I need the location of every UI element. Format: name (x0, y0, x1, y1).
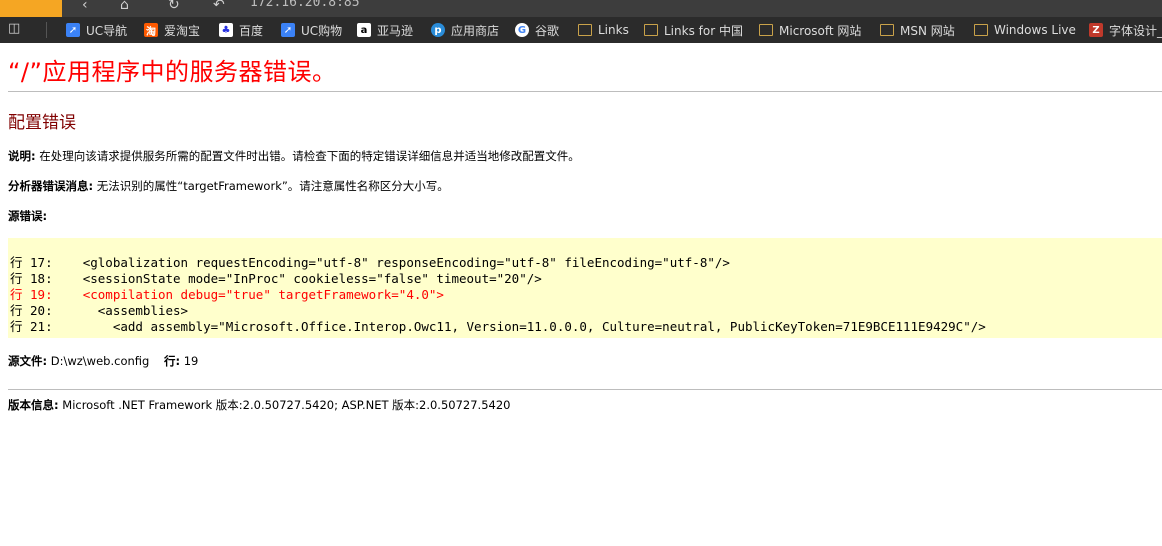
parser-error-text: 无法识别的属性“targetFramework”。请注意属性名称区分大小写。 (96, 179, 449, 193)
browser-title-bar: ‹ ⌂ ↻ ↶ 172.16.20.8:85 (0, 0, 1162, 17)
back-icon[interactable]: ‹ (82, 0, 88, 14)
folder-icon (759, 24, 773, 36)
amazon-icon: a (357, 23, 371, 37)
source-code-block: 行 17: <globalization requestEncoding="ut… (8, 238, 1162, 338)
version-text: Microsoft .NET Framework 版本:2.0.50727.54… (62, 398, 511, 412)
parser-error-label: 分析器错误消息: (8, 179, 94, 193)
bookmark-ai-taobao[interactable]: 淘爱淘宝 (144, 17, 200, 43)
bookmark-uc-shopping[interactable]: ➚ UC购物 (281, 17, 342, 43)
folder-icon (974, 24, 988, 36)
code-line-20: 行 20: <assemblies> (10, 303, 189, 318)
bookmarks-bar: ◫ ➚ UC导航 淘爱淘宝 ♣ 百度 ➚ UC购物 a 亚马逊 p 应用商店 G 谷歌 Li… (0, 17, 1162, 43)
history-icon[interactable]: ↶ (213, 0, 225, 14)
uc-logo (0, 0, 62, 17)
page-title: “/”应用程序中的服务器错误。 (8, 58, 337, 86)
parser-error-message: 分析器错误消息: 无法识别的属性“targetFramework”。请注意属性名… (8, 178, 449, 194)
folder-icon (880, 24, 894, 36)
description: 说明: 在处理向该请求提供服务所需的配置文件时出错。请检查下面的特定错误详细信息… (8, 148, 580, 164)
bookmark-google[interactable]: G 谷歌 (515, 17, 559, 43)
bookmark-app-store[interactable]: p 应用商店 (431, 17, 499, 43)
source-error-heading: 源错误: (8, 209, 48, 223)
bookmark-folder-msn[interactable]: MSN 网站 (880, 17, 955, 43)
bookmark-folder-microsoft[interactable]: Microsoft 网站 (759, 17, 861, 43)
cursor-icon: ➚ (66, 23, 80, 37)
description-label: 说明: (8, 149, 36, 163)
source-file-path: D:\wz\web.config (50, 354, 150, 368)
folder-icon (578, 24, 592, 36)
z-icon: Z (1089, 23, 1103, 37)
bookmark-folder-links-china[interactable]: Links for 中国 (644, 17, 743, 43)
bookmark-separator (46, 22, 47, 38)
error-subtitle: 配置错误 (8, 113, 76, 133)
version-info: 版本信息: Microsoft .NET Framework 版本:2.0.50… (8, 397, 510, 413)
reading-mode-icon[interactable]: ◫ (8, 22, 22, 36)
source-file-label: 源文件: (8, 354, 48, 368)
code-line-19-highlighted: 行 19: <compilation debug="true" targetFr… (10, 287, 444, 302)
code-line-18: 行 18: <sessionState mode="InProc" cookie… (10, 271, 542, 286)
home-icon[interactable]: ⌂ (120, 0, 129, 14)
folder-icon (644, 24, 658, 36)
bookmark-baidu[interactable]: ♣ 百度 (219, 17, 263, 43)
bookmark-font-design[interactable]: Z 字体设计_ (1089, 17, 1162, 43)
app-store-icon: p (431, 23, 445, 37)
source-file-info: 源文件: D:\wz\web.config 行: 19 (8, 353, 198, 369)
line-label: 行: (163, 354, 181, 368)
code-listing: 行 17: <globalization requestEncoding="ut… (10, 255, 986, 335)
taobao-icon: 淘 (144, 23, 158, 38)
cursor-icon: ➚ (281, 23, 295, 37)
line-number: 19 (183, 354, 199, 368)
bookmark-amazon[interactable]: a 亚马逊 (357, 17, 413, 43)
refresh-icon[interactable]: ↻ (168, 0, 180, 14)
bookmark-folder-windows-live[interactable]: Windows Live (974, 17, 1076, 43)
version-label: 版本信息: (8, 398, 59, 412)
description-text: 在处理向该请求提供服务所需的配置文件时出错。请检查下面的特定错误详细信息并适当地… (39, 149, 580, 163)
code-line-21: 行 21: <add assembly="Microsoft.Office.In… (10, 319, 986, 334)
google-icon: G (515, 23, 529, 37)
address-bar[interactable]: 172.16.20.8:85 (250, 0, 360, 10)
bookmark-folder-links[interactable]: Links (578, 17, 629, 43)
code-line-17: 行 17: <globalization requestEncoding="ut… (10, 255, 730, 270)
bookmark-uc-nav[interactable]: ➚ UC导航 (66, 17, 127, 43)
divider (8, 91, 1162, 92)
divider (8, 389, 1162, 390)
baidu-icon: ♣ (219, 23, 233, 37)
